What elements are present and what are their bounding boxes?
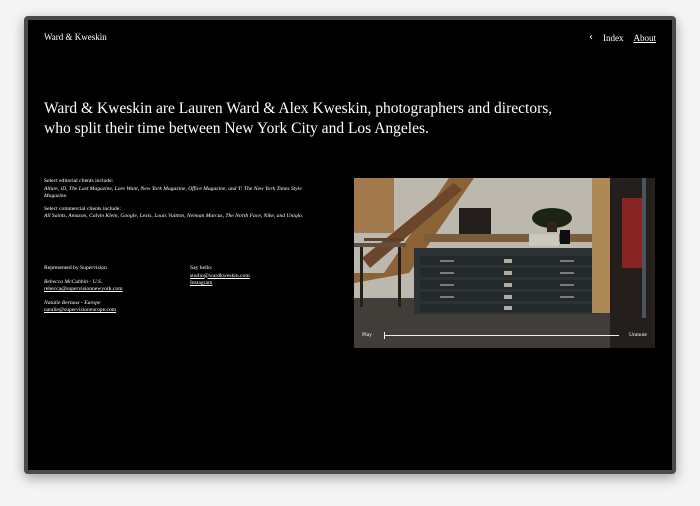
contact-name: Natalie Bertaux - Europe	[44, 299, 101, 306]
video-frame-image	[354, 178, 655, 348]
say-hello-section: Say hello: studio@wardkweskin.com Instag…	[190, 265, 310, 288]
editorial-heading: Select editorial clients include:	[44, 178, 114, 184]
unmute-button[interactable]: Unmute	[629, 332, 647, 338]
video-scrubber-handle[interactable]	[383, 331, 385, 339]
page-headline: Ward & Kweskin are Lauren Ward & Alex Kw…	[44, 100, 553, 137]
chevron-left-icon[interactable]: ‹	[589, 32, 593, 43]
contact-europe: Natalie Bertaux - Europe natalie@supervi…	[44, 300, 184, 315]
brand-logo[interactable]: Ward & Kweskin	[44, 32, 107, 42]
video-controls: Play Unmute	[362, 331, 647, 339]
play-button[interactable]: Play	[362, 332, 372, 338]
nav-about-link[interactable]: About	[634, 33, 657, 43]
contact-us: Rebecca McCubbin - U.S. rebecca@supervis…	[44, 279, 184, 294]
window-frame: Ward & Kweskin ‹ Index About Ward & Kwes…	[24, 16, 676, 474]
representation-title: Represented by Supervision	[44, 265, 107, 271]
clients-section: Select editorial clients include: Allure…	[44, 178, 304, 226]
instagram-link[interactable]: Instagram	[190, 280, 212, 286]
representation-section: Represented by Supervision Rebecca McCub…	[44, 265, 184, 321]
studio-email-link[interactable]: studio@wardkweskin.com	[190, 273, 250, 279]
commercial-heading: Select commercial clients include:	[44, 205, 121, 212]
contact-email-link[interactable]: natalie@supervisioneurope.com	[44, 307, 184, 315]
commercial-list: All Saints, Amazon, Calvin Klein, Google…	[44, 213, 304, 219]
contact-email-link[interactable]: rebecca@supervisionnewyork.com	[44, 286, 184, 294]
video-player[interactable]: Play Unmute	[354, 178, 655, 348]
top-nav: ‹ Index About	[589, 32, 656, 43]
page: Ward & Kweskin ‹ Index About Ward & Kwes…	[28, 20, 672, 470]
video-progress-bar[interactable]	[383, 331, 619, 339]
nav-index-link[interactable]: Index	[603, 33, 624, 43]
editorial-list: Allure, iD, The Last Magazine, Lore Want…	[44, 185, 302, 200]
contact-name: Rebecca McCubbin - U.S.	[44, 278, 103, 285]
say-hello-title: Say hello:	[190, 265, 213, 271]
